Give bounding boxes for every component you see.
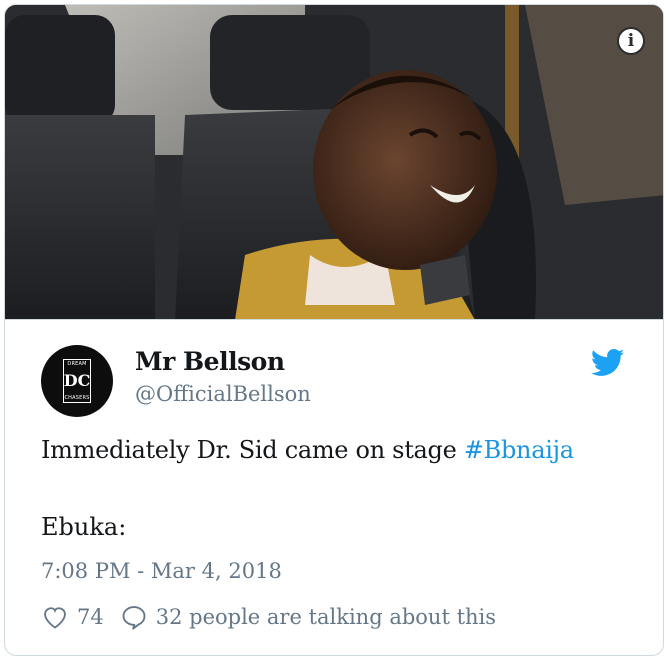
tweet-text-line-2: Ebuka: <box>41 513 127 541</box>
speech-bubble-icon <box>122 606 146 630</box>
tweet-card[interactable]: i DREAM DC CHASERS Mr Bellson @OfficialB… <box>4 4 664 656</box>
tweet-photo[interactable]: i <box>5 5 663 320</box>
logo-text-bottom: CHASERS <box>64 395 90 401</box>
twitter-bird-icon[interactable] <box>591 349 625 377</box>
display-name[interactable]: Mr Bellson <box>135 347 285 377</box>
photo-illustration <box>5 5 663 319</box>
heart-icon <box>44 607 66 629</box>
hashtag-link[interactable]: #Bbnaija <box>464 436 574 464</box>
avatar[interactable]: DREAM DC CHASERS <box>41 345 113 417</box>
like-button[interactable]: 74 <box>41 603 104 631</box>
tweet-timestamp[interactable]: 7:08 PM - Mar 4, 2018 <box>41 557 282 585</box>
logo-text-top: DREAM <box>67 361 87 367</box>
user-handle[interactable]: @OfficialBellson <box>135 381 311 407</box>
logo-text-mid: DC <box>63 371 91 390</box>
tweet-actions: 74 32 people are talking about this <box>41 603 496 631</box>
info-icon[interactable]: i <box>617 27 645 55</box>
like-count: 74 <box>77 605 104 629</box>
tweet-text: Immediately Dr. Sid came on stage #Bbnai… <box>41 433 574 467</box>
conversation-link[interactable]: 32 people are talking about this <box>120 603 496 631</box>
tweet-text-body: Immediately Dr. Sid came on stage <box>41 436 464 464</box>
talking-count-text: 32 people are talking about this <box>155 605 497 629</box>
dream-chasers-logo-icon: DREAM DC CHASERS <box>63 359 91 403</box>
